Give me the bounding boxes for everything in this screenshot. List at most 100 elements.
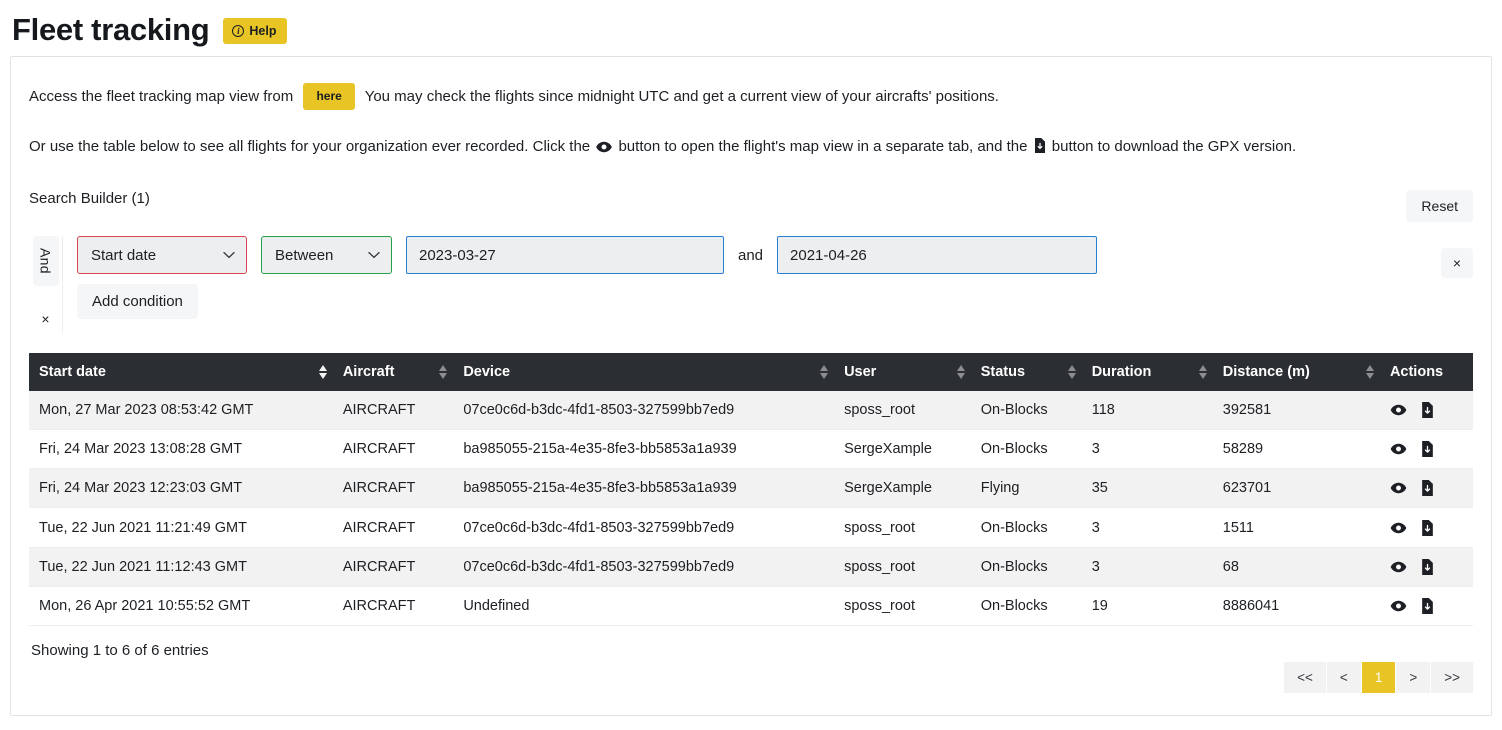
remove-condition-button[interactable]: × xyxy=(1440,248,1473,279)
pagination-first[interactable]: << xyxy=(1284,661,1327,693)
add-condition-button[interactable]: Add condition xyxy=(77,284,198,320)
cell-user: sposs_root xyxy=(836,547,973,587)
view-map-button[interactable] xyxy=(1390,443,1421,455)
add-condition-row: Add condition xyxy=(77,284,1473,320)
cell-distance: 8886041 xyxy=(1214,586,1382,626)
download-file-icon xyxy=(1421,519,1434,539)
cell-device: 07ce0c6d-b3dc-4fd1-8503-327599bb7ed9 xyxy=(455,390,837,431)
column-header-start-date[interactable]: Start date xyxy=(29,352,335,391)
search-builder-conditions: Start date Between 2023-03-27 and 2021-0… xyxy=(63,236,1473,333)
view-map-button[interactable] xyxy=(1390,482,1421,494)
view-map-button[interactable] xyxy=(1390,600,1421,612)
column-header-duration[interactable]: Duration xyxy=(1083,352,1215,391)
column-header-device[interactable]: Device xyxy=(455,352,837,391)
table-row: Fri, 24 Mar 2023 12:23:03 GMT AIRCRAFT ba9… xyxy=(29,468,1473,509)
cell-status: On-Blocks xyxy=(972,507,1084,548)
cell-device: 07ce0c6d-b3dc-4fd1-8503-327599bb7ed9 xyxy=(455,507,837,548)
intro-line-2-c: button to download the GPX version. xyxy=(1051,138,1297,156)
intro-line-1: Access the fleet tracking map view from … xyxy=(29,79,1473,114)
cell-distance: 68 xyxy=(1214,547,1382,587)
sort-arrows-icon xyxy=(1365,364,1374,379)
sort-arrows-icon xyxy=(318,364,327,379)
cell-user: sposs_root xyxy=(836,586,973,626)
reset-button[interactable]: Reset xyxy=(1406,190,1473,223)
pagination-next[interactable]: > xyxy=(1396,661,1432,693)
column-header-label: Duration xyxy=(1091,363,1152,380)
info-icon: i xyxy=(232,25,245,37)
download-gpx-button[interactable] xyxy=(1421,558,1434,578)
column-header-label: Device xyxy=(463,363,511,380)
column-header-distance-m[interactable]: Distance (m) xyxy=(1214,352,1382,391)
cell-aircraft: AIRCRAFT xyxy=(334,547,456,587)
pagination-page-1[interactable]: 1 xyxy=(1361,661,1397,693)
table-row: Tue, 22 Jun 2021 11:12:43 GMT AIRCRAFT 07c… xyxy=(29,547,1473,587)
download-gpx-button[interactable] xyxy=(1421,519,1434,539)
cell-aircraft: AIRCRAFT xyxy=(334,429,456,470)
pagination-last[interactable]: >> xyxy=(1431,661,1473,693)
cell-status: On-Blocks xyxy=(972,586,1084,626)
table-row: Tue, 22 Jun 2021 11:21:49 GMT AIRCRAFT 07c… xyxy=(29,507,1473,548)
table-row: Mon, 26 Apr 2021 10:55:52 GMT AIRCRAFT Und… xyxy=(29,586,1473,626)
cell-user: sposs_root xyxy=(836,390,973,431)
condition-operator-select[interactable]: Between xyxy=(261,236,392,275)
condition-value-from-input[interactable] xyxy=(406,236,724,275)
cell-status: On-Blocks xyxy=(972,547,1084,587)
cell-aircraft: AIRCRAFT xyxy=(334,507,456,548)
download-file-icon xyxy=(1421,402,1434,421)
eye-icon xyxy=(1390,522,1407,537)
cell-device: ba985055-215a-4e35-8fe3-bb5853a1a939 xyxy=(455,429,837,470)
cell-user: SergeXample xyxy=(836,429,973,470)
column-header-label: User xyxy=(844,363,877,380)
view-map-button[interactable] xyxy=(1390,404,1421,416)
pagination-previous[interactable]: < xyxy=(1326,661,1362,693)
flights-table: Start date Aircraft Device User Status Durati… xyxy=(29,352,1473,626)
intro-line-2-b: button to open the flight's map view in … xyxy=(618,138,1028,156)
logic-operator-toggle[interactable]: And xyxy=(32,236,59,286)
condition-field-select[interactable]: Start date xyxy=(77,236,247,275)
column-header-actions: Actions xyxy=(1381,352,1473,391)
download-file-icon xyxy=(1421,480,1434,499)
operator-select-wrap: Between xyxy=(261,236,392,275)
help-label: Help xyxy=(249,24,277,38)
cell-start-date: Fri, 24 Mar 2023 12:23:03 GMT xyxy=(29,468,335,509)
table-footer: Showing 1 to 6 of 6 entries << <1 > >> xyxy=(29,642,1473,693)
view-map-button[interactable] xyxy=(1390,561,1421,573)
download-gpx-button[interactable] xyxy=(1421,480,1434,499)
download-gpx-button[interactable] xyxy=(1421,597,1434,614)
view-map-button[interactable] xyxy=(1390,522,1421,534)
search-builder-body: And × Start date Between 2023-03-27 and … xyxy=(29,236,1473,333)
download-file-icon xyxy=(1034,138,1046,160)
cell-actions xyxy=(1381,390,1473,431)
column-header-user[interactable]: User xyxy=(836,352,973,391)
column-header-aircraft[interactable]: Aircraft xyxy=(334,352,456,391)
cell-start-date: Mon, 26 Apr 2021 10:55:52 GMT xyxy=(29,586,335,626)
cell-device: 07ce0c6d-b3dc-4fd1-8503-327599bb7ed9 xyxy=(455,547,837,587)
cell-distance: 623701 xyxy=(1214,468,1382,509)
condition-value-to-input[interactable] xyxy=(777,236,1098,275)
help-button[interactable]: i Help xyxy=(223,18,288,44)
eye-icon xyxy=(1390,443,1407,458)
table-row: Fri, 24 Mar 2023 13:08:28 GMT AIRCRAFT ba9… xyxy=(29,429,1473,470)
cell-start-date: Tue, 22 Jun 2021 11:12:43 GMT xyxy=(29,547,335,587)
sort-arrows-icon xyxy=(439,364,448,379)
table-row: Mon, 27 Mar 2023 08:53:42 GMT AIRCRAFT 07c… xyxy=(29,390,1473,431)
cell-start-date: Mon, 27 Mar 2023 08:53:42 GMT xyxy=(29,390,335,431)
cell-duration: 3 xyxy=(1083,429,1215,470)
download-file-icon xyxy=(1421,558,1434,578)
cell-distance: 1511 xyxy=(1214,507,1382,548)
cell-aircraft: AIRCRAFT xyxy=(334,468,456,509)
cell-status: On-Blocks xyxy=(972,390,1084,431)
download-gpx-button[interactable] xyxy=(1421,402,1434,421)
cell-actions xyxy=(1381,429,1473,470)
download-gpx-button[interactable] xyxy=(1421,441,1434,458)
intro-text: Access the fleet tracking map view from … xyxy=(29,79,1473,164)
fleet-tracking-page: Fleet tracking i Help Access the fleet t… xyxy=(0,0,1502,730)
flights-table-head: Start date Aircraft Device User Status Durati… xyxy=(29,352,1473,391)
here-link[interactable]: here xyxy=(303,83,355,111)
column-header-status[interactable]: Status xyxy=(972,352,1084,391)
eye-icon xyxy=(596,138,613,160)
remove-group-button[interactable]: × xyxy=(32,305,58,333)
cell-user: SergeXample xyxy=(836,468,973,509)
sort-arrows-icon xyxy=(1067,364,1076,379)
cell-aircraft: AIRCRAFT xyxy=(334,586,456,626)
